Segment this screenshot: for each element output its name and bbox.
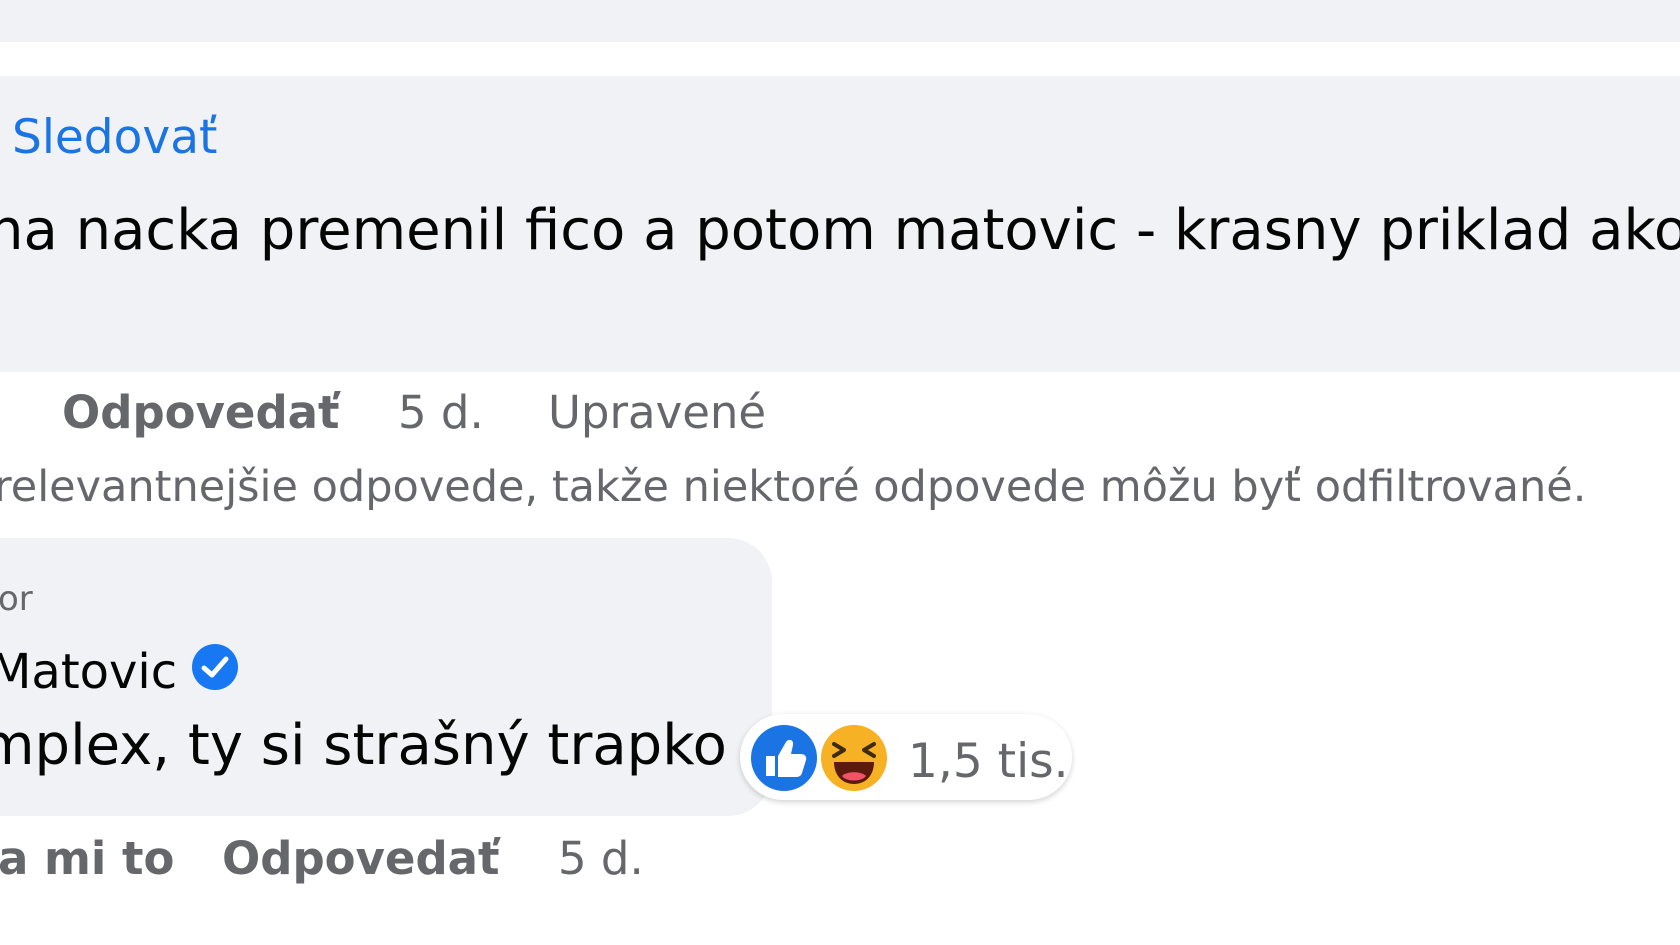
comment-text: na nacka premenil fico a potom matovic -…: [0, 198, 1680, 263]
reply-reply-button[interactable]: Odpovedať: [222, 836, 500, 881]
verified-badge-icon: [192, 644, 238, 690]
reply-timestamp[interactable]: 5 d.: [558, 836, 644, 881]
replies-filter-note: relevantnejšie odpovede, takže niektoré …: [0, 462, 1587, 512]
reaction-count[interactable]: 1,5 tis.: [908, 738, 1069, 785]
like-reaction-icon: [748, 722, 820, 794]
follow-link[interactable]: Sledovať: [12, 114, 217, 161]
author-badge: or: [0, 579, 33, 619]
comment-reply-button[interactable]: Odpovedať: [62, 390, 340, 435]
more-replies-cutoff: [0, 928, 520, 945]
like-button[interactable]: a mi to: [0, 836, 174, 881]
comment-timestamp[interactable]: 5 d.: [398, 390, 484, 435]
top-divider-band: [0, 0, 1680, 42]
reply-author-name[interactable]: Matovic: [0, 648, 177, 696]
comment-edited-label: Upravené: [548, 386, 767, 439]
haha-reaction-icon: [818, 722, 890, 794]
reply-text: mplex, ty si strašný trapko: [0, 713, 727, 778]
